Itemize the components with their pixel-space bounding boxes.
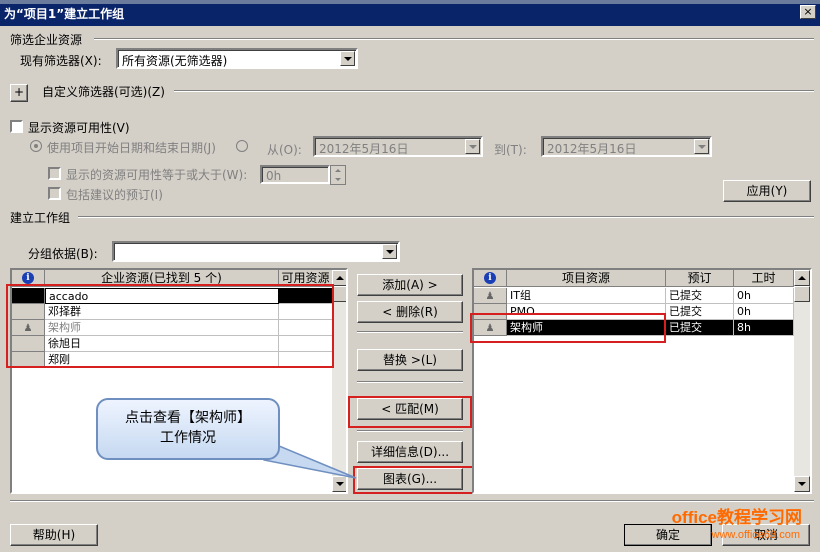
watermark-title: office教程学习网	[671, 508, 802, 527]
to-date-label: 到(T):	[494, 143, 527, 157]
watermark-url: www.office68.com	[711, 529, 800, 541]
show-availability-checkbox[interactable]	[10, 120, 23, 133]
footer-separator	[10, 500, 814, 502]
grid-corner-header: i	[474, 270, 507, 287]
show-availability-label: 显示资源可用性(V)	[28, 121, 130, 135]
project-resource-grid: i 项目资源 预订 工时 ♟ IT组 已提交 0h PMO 已提交 0h ♟ 架…	[472, 268, 812, 494]
scroll-up-icon[interactable]	[332, 270, 346, 286]
table-row[interactable]: IT组	[507, 288, 666, 304]
callout-line-2: 工作情况	[160, 430, 216, 446]
group-by-label: 分组依据(B):	[28, 247, 98, 261]
add-button[interactable]: 添加(A) >	[357, 274, 463, 296]
chevron-down-icon[interactable]	[382, 244, 397, 259]
project-scrollbar[interactable]	[794, 270, 810, 492]
callout-bubble: 点击查看【架构师】 工作情况	[96, 398, 280, 460]
replace-button[interactable]: 替换 >(L)	[357, 349, 463, 371]
table-cell: 已提交	[666, 320, 734, 336]
window-title: 为“项目1”建立工作组	[4, 7, 125, 21]
project-highlight-box	[470, 313, 666, 343]
work-column-header[interactable]: 工时	[734, 270, 794, 287]
include-proposed-checkbox[interactable]	[48, 187, 61, 200]
to-date-dropdown[interactable]: 2012年5月16日	[541, 136, 712, 157]
from-date-label: 从(O):	[267, 143, 302, 157]
spinner-down-icon[interactable]	[335, 178, 341, 181]
apply-button[interactable]: 应用(Y)	[723, 180, 811, 202]
scroll-thumb[interactable]	[332, 286, 346, 302]
enterprise-highlight-box	[6, 284, 334, 368]
table-cell: 已提交	[666, 304, 734, 320]
table-cell: 已提交	[666, 288, 734, 304]
show-available-checkbox[interactable]	[48, 167, 61, 180]
from-date-value: 2012年5月16日	[319, 142, 409, 156]
callout-line-1: 点击查看【架构师】	[125, 410, 251, 426]
project-resource-column-header[interactable]: 项目资源	[507, 270, 666, 287]
close-button[interactable]: ×	[800, 5, 816, 19]
button-separator	[357, 381, 463, 383]
existing-filter-dropdown[interactable]: 所有资源(无筛选器)	[116, 48, 358, 69]
custom-filter-separator	[174, 90, 814, 92]
generic-resource-icon: ♟	[485, 291, 495, 302]
booking-column-header[interactable]: 预订	[666, 270, 734, 287]
info-icon: i	[484, 272, 496, 284]
include-proposed-label: 包括建议的预订(I)	[66, 188, 163, 202]
custom-filter-label: 自定义筛选器(可选)(Z)	[42, 85, 165, 99]
scroll-up-icon[interactable]	[794, 270, 810, 286]
to-date-value: 2012年5月16日	[547, 142, 637, 156]
use-project-dates-radio[interactable]	[30, 140, 42, 152]
use-project-dates-label: 使用项目开始日期和结束日期(J)	[47, 141, 216, 155]
existing-filter-label: 现有筛选器(X):	[20, 54, 102, 68]
title-bar-top-strip	[0, 0, 820, 4]
chevron-down-icon[interactable]	[694, 139, 709, 154]
match-highlight-box	[348, 396, 472, 428]
button-separator	[357, 331, 463, 333]
from-date-dropdown[interactable]: 2012年5月16日	[313, 136, 483, 157]
available-hours-spinner[interactable]: 0h	[260, 165, 330, 184]
spinner-arrows[interactable]	[330, 165, 346, 185]
existing-filter-value: 所有资源(无筛选器)	[122, 54, 228, 68]
chevron-down-icon[interactable]	[465, 139, 480, 154]
spinner-up-icon[interactable]	[335, 169, 341, 172]
scroll-down-icon[interactable]	[794, 476, 810, 492]
button-separator	[357, 430, 463, 432]
custom-dates-radio[interactable]	[236, 140, 248, 152]
row-header[interactable]: ♟	[474, 288, 507, 304]
remove-button[interactable]: < 删除(R)	[357, 301, 463, 323]
team-section-label: 建立工作组	[10, 211, 71, 225]
team-separator	[78, 216, 814, 218]
filter-separator	[94, 38, 814, 40]
help-button[interactable]: 帮助(H)	[10, 524, 98, 546]
custom-filter-expand-button[interactable]: +	[10, 84, 28, 102]
info-icon: i	[22, 272, 34, 284]
chevron-down-icon[interactable]	[340, 51, 355, 66]
graphs-highlight-box	[353, 466, 489, 494]
table-cell: 8h	[734, 320, 794, 336]
table-cell: 0h	[734, 288, 794, 304]
show-available-label: 显示的资源可用性等于或大于(W):	[66, 168, 248, 182]
filter-section-label: 筛选企业资源	[10, 33, 83, 47]
table-cell: 0h	[734, 304, 794, 320]
details-button[interactable]: 详细信息(D)...	[357, 441, 463, 463]
scroll-thumb[interactable]	[794, 286, 810, 302]
group-by-dropdown[interactable]	[112, 241, 400, 262]
available-hours-value: 0h	[266, 169, 282, 183]
